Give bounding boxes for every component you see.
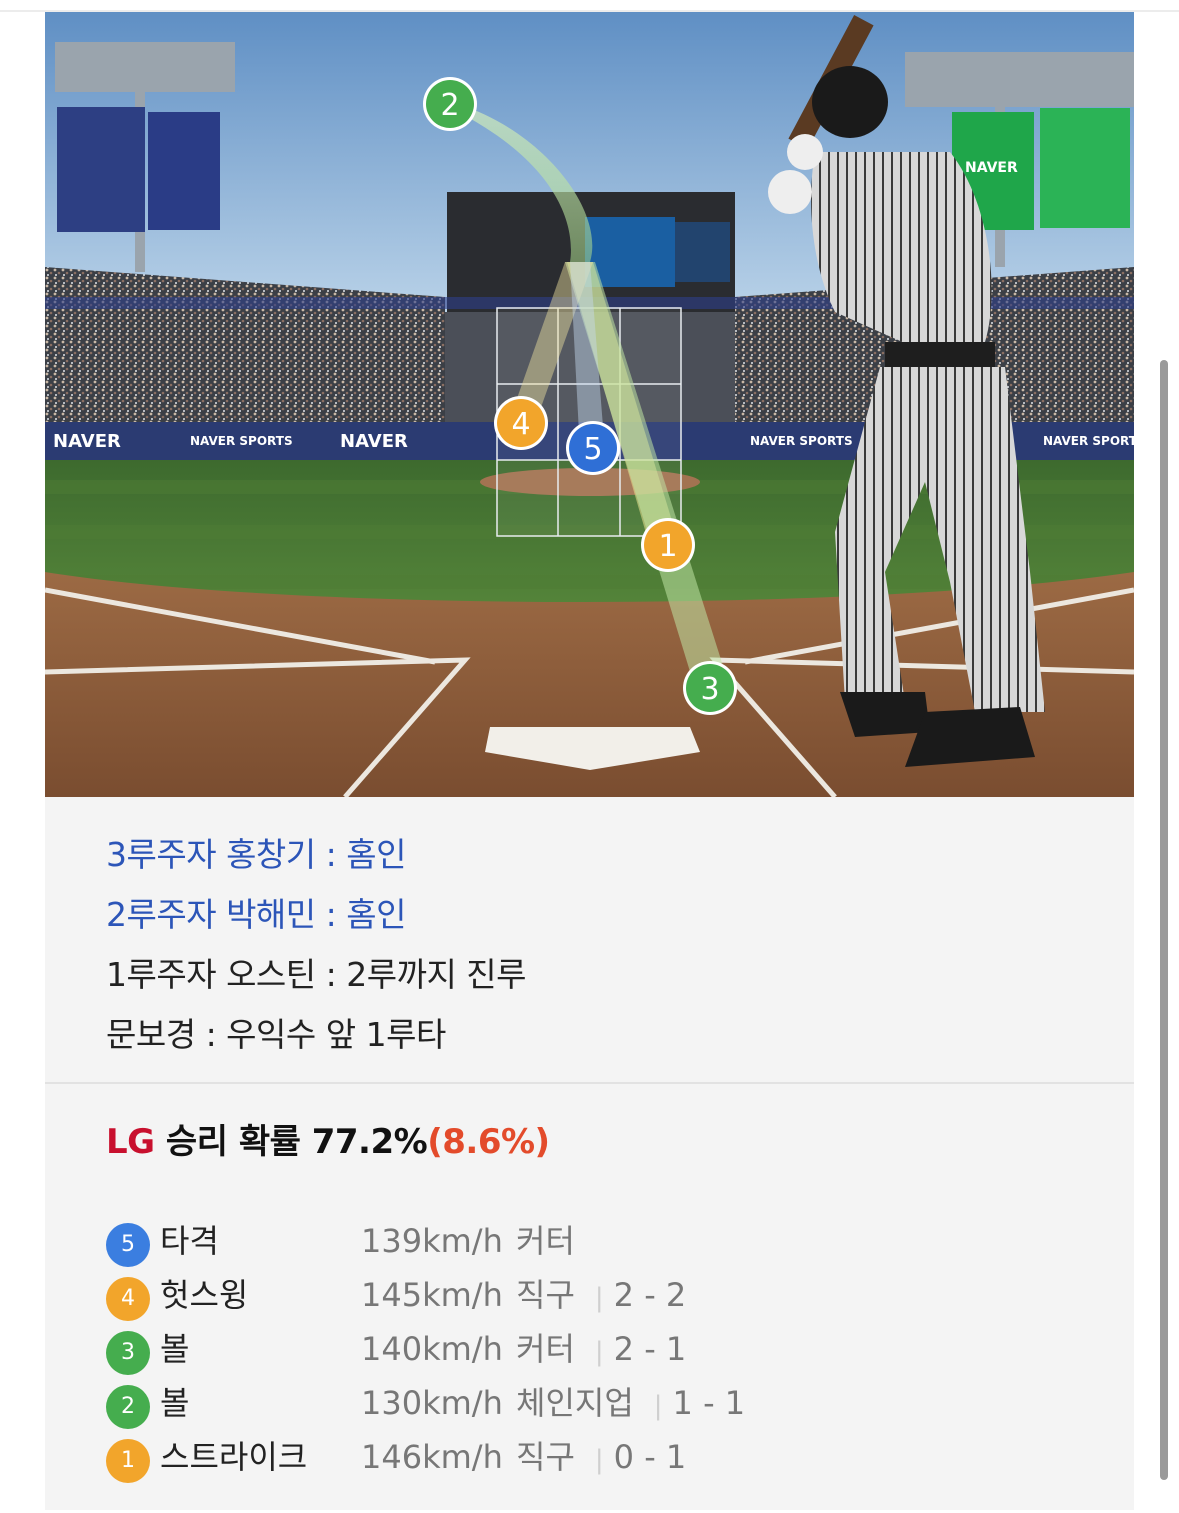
svg-text:1: 1	[658, 529, 677, 564]
pitch-type: 커터	[516, 1330, 575, 1368]
pitch-result: 타격	[160, 1222, 219, 1260]
pitch-result: 헛스윙	[160, 1276, 249, 1314]
separator: |	[594, 1283, 604, 1313]
wall-brand-2: NAVER SPORTS	[190, 434, 293, 448]
pitch-marker-1[interactable]: 1	[641, 518, 695, 572]
pitch-count: 2 - 1	[613, 1330, 687, 1368]
pitch-type-cell: 직구 | 2 - 2	[516, 1268, 686, 1325]
svg-text:2: 2	[440, 88, 459, 123]
pitch-count: 0 - 1	[613, 1438, 687, 1476]
top-divider	[0, 0, 1179, 12]
svg-text:4: 4	[511, 407, 530, 442]
pitch-number-badge: 2	[106, 1385, 150, 1429]
pitch-result: 볼	[160, 1384, 190, 1422]
pitch-type-cell: 체인지업 | 1 - 1	[516, 1376, 745, 1433]
pitch-speed: 130km/h	[361, 1384, 503, 1422]
left-billboard	[57, 107, 145, 232]
wall-brand-3: NAVER	[340, 431, 408, 452]
pitch-row: 2 볼 130km/h 체인지업 | 1 - 1	[106, 1376, 1106, 1430]
separator: |	[594, 1337, 604, 1367]
pitch-marker-4[interactable]: 4	[494, 396, 548, 450]
team-name: LG	[106, 1122, 155, 1162]
wall-brand-1: NAVER	[53, 431, 121, 452]
pitch-result: 볼	[160, 1330, 190, 1368]
pitch-row: 4 헛스윙 145km/h 직구 | 2 - 2	[106, 1268, 1106, 1322]
separator: |	[594, 1445, 604, 1475]
pitch-count: 1 - 1	[672, 1384, 746, 1422]
pitch-row: 5 타격 139km/h 커터	[106, 1214, 1106, 1268]
pitch-speed: 140km/h	[361, 1330, 503, 1368]
wall-brand-4: NAVER SPORTS	[750, 434, 853, 448]
pitch-marker-3[interactable]: 3	[683, 661, 737, 715]
pitch-marker-2[interactable]: 2	[423, 77, 477, 131]
pitch-type: 체인지업	[516, 1384, 634, 1422]
pitch-type-cell: 직구 | 0 - 1	[516, 1430, 686, 1487]
wall-brand-5: NAVER SPORTS	[1043, 434, 1134, 448]
pitch-type-cell: 커터	[516, 1214, 575, 1268]
pitch-list: 5 타격 139km/h 커터 4 헛스윙 145km/h 직구 | 2 - 2 3…	[106, 1214, 1106, 1484]
billboard-brand: NAVER	[965, 160, 1018, 176]
pitch-trajectory-view: NAVER NAVER NAVER SPORTS NAVER NAVER SPO…	[45, 12, 1134, 797]
pitch-card: NAVER NAVER NAVER SPORTS NAVER NAVER SPO…	[45, 12, 1134, 1510]
scrollbar[interactable]	[1160, 360, 1168, 1480]
pitch-speed: 139km/h	[361, 1222, 503, 1260]
win-probability: LG 승리 확률 77.2%(8.6%)	[106, 1114, 550, 1163]
runner-result-3: 1루주자 오스틴 : 2루까지 진루	[106, 955, 527, 994]
pitch-number-badge: 1	[106, 1439, 150, 1483]
runner-result-1: 3루주자 홍창기 : 홈인	[106, 835, 406, 874]
pitch-row: 1 스트라이크 146km/h 직구 | 0 - 1	[106, 1430, 1106, 1484]
pitch-marker-5[interactable]: 5	[566, 421, 620, 475]
batter-result: 문보경 : 우익수 앞 1루타	[106, 1015, 446, 1054]
svg-text:3: 3	[700, 672, 719, 707]
pitch-type: 직구	[516, 1276, 575, 1314]
pitch-number-badge: 3	[106, 1331, 150, 1375]
win-prob-delta: (8.6%)	[427, 1122, 550, 1162]
pitch-result: 스트라이크	[160, 1438, 308, 1476]
pitch-count: 2 - 2	[613, 1276, 687, 1314]
win-prob-value: 77.2%	[311, 1122, 428, 1162]
pitch-type: 직구	[516, 1438, 575, 1476]
pitch-number-badge: 5	[106, 1223, 150, 1267]
separator: |	[653, 1391, 663, 1421]
pitch-speed: 146km/h	[361, 1438, 503, 1476]
pitch-type-cell: 커터 | 2 - 1	[516, 1322, 686, 1379]
pitch-number-badge: 4	[106, 1277, 150, 1321]
pitch-speed: 145km/h	[361, 1276, 503, 1314]
play-result: 3루주자 홍창기 : 홈인 2루주자 박해민 : 홈인 1루주자 오스틴 : 2…	[45, 797, 1134, 1084]
pitch-type: 커터	[516, 1222, 575, 1260]
svg-text:5: 5	[583, 432, 602, 467]
pitch-row: 3 볼 140km/h 커터 | 2 - 1	[106, 1322, 1106, 1376]
runner-result-2: 2루주자 박해민 : 홈인	[106, 895, 406, 934]
win-prob-label: 승리 확률	[165, 1122, 301, 1162]
